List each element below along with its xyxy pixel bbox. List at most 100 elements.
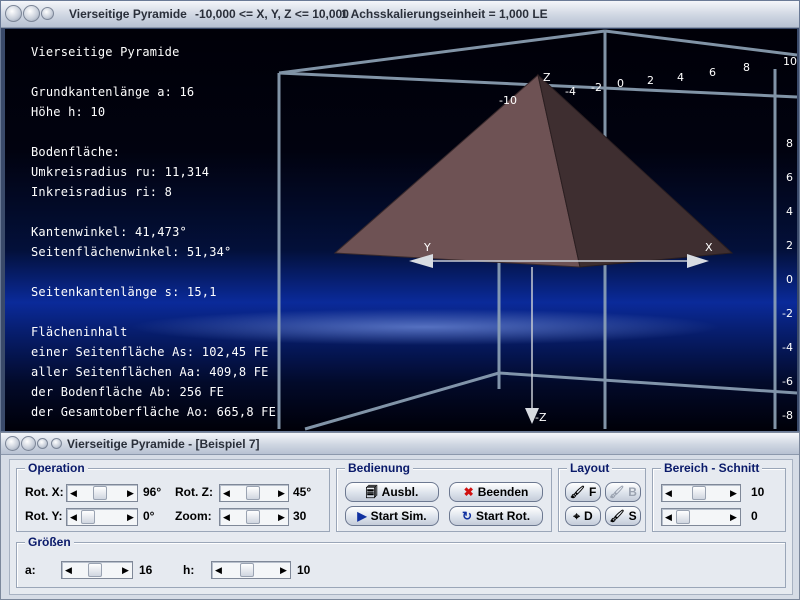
groessen-label: Größen: [25, 535, 74, 549]
slider-left-arrow-icon[interactable]: ◀: [67, 485, 80, 501]
a-value: 16: [139, 563, 153, 577]
slider-thumb[interactable]: [676, 510, 690, 524]
control-window: Vierseitige Pyramide - [Beispiel 7] Oper…: [0, 432, 800, 600]
rot-y-slider[interactable]: ◀ ▶: [66, 508, 138, 526]
layout-s-label: S: [628, 509, 637, 523]
info-line: einer Seitenfläche As: 102,45 FE: [31, 345, 269, 359]
bereich-value: 10: [751, 485, 765, 499]
slider-right-arrow-icon[interactable]: ▶: [124, 485, 137, 501]
bereich-slider[interactable]: ◀ ▶: [661, 484, 741, 502]
pyramid-face-left: [333, 74, 581, 268]
rotate-icon: ↻: [461, 509, 473, 523]
bereich-group: Bereich - Schnitt ◀ ▶ 10 ◀ ▶ 0: [652, 461, 786, 532]
viewer-scale: 1 Achsskalierungseinheit = 1,000 LE: [341, 7, 548, 21]
zoom-slider[interactable]: ◀ ▶: [219, 508, 289, 526]
3d-scene[interactable]: X Y Z -Z -10-4-20246810 86420-2-4-6-8-10…: [5, 29, 797, 431]
operation-label: Operation: [25, 461, 88, 475]
slider-left-arrow-icon[interactable]: ◀: [62, 562, 75, 578]
ausbl-button-label: Ausbl.: [381, 485, 419, 499]
viewer-window: Vierseitige Pyramide -10,000 <= X, Y, Z …: [0, 0, 800, 432]
ausbl-button[interactable]: 🗐 Ausbl.: [345, 482, 439, 502]
a-slider[interactable]: ◀ ▶: [61, 561, 133, 579]
z-axis-label: Z: [543, 71, 551, 84]
slider-thumb[interactable]: [246, 486, 260, 500]
slider-thumb[interactable]: [93, 486, 107, 500]
layout-b-button[interactable]: 🖌 B: [605, 482, 641, 502]
groessen-group: Größen a: ◀ ▶ 16 h: ◀ ▶ 10: [16, 535, 786, 588]
slider-right-arrow-icon[interactable]: ▶: [277, 562, 290, 578]
a-label: a:: [25, 563, 36, 577]
crosshair-icon: ⌖: [573, 509, 581, 523]
top-tick-label: 2: [647, 74, 654, 87]
rot-x-label: Rot. X:: [25, 485, 64, 499]
slider-left-arrow-icon[interactable]: ◀: [662, 485, 675, 501]
paint-icon: 🖌: [609, 509, 625, 523]
minimize-circle-icon[interactable]: [21, 436, 36, 451]
layout-d-label: D: [584, 509, 593, 523]
h-value: 10: [297, 563, 311, 577]
slider-left-arrow-icon[interactable]: ◀: [67, 509, 80, 525]
slider-right-arrow-icon[interactable]: ▶: [727, 485, 740, 501]
slider-thumb[interactable]: [692, 486, 706, 500]
beenden-button-label: Beenden: [477, 485, 529, 499]
start-sim-button-label: Start Sim.: [370, 509, 427, 523]
start-rot-button[interactable]: ↻ Start Rot.: [449, 506, 543, 526]
close-circle-icon[interactable]: [5, 5, 22, 22]
slider-right-arrow-icon[interactable]: ▶: [119, 562, 132, 578]
slider-left-arrow-icon[interactable]: ◀: [220, 509, 233, 525]
slider-thumb[interactable]: [81, 510, 95, 524]
rot-x-value: 96°: [143, 485, 162, 499]
rot-x-slider[interactable]: ◀ ▶: [66, 484, 138, 502]
top-tick-label: -10: [499, 94, 517, 107]
close-circle-icon[interactable]: [5, 436, 20, 451]
info-line: Höhe h: 10: [31, 105, 106, 119]
brush-icon: 🖌: [569, 485, 585, 499]
slider-left-arrow-icon[interactable]: ◀: [220, 485, 233, 501]
viewer-range: -10,000 <= X, Y, Z <= 10,000: [195, 7, 349, 21]
slider-right-arrow-icon[interactable]: ▶: [275, 509, 288, 525]
info-line: Kantenwinkel: 41,473°: [31, 225, 187, 239]
right-tick-label: 0: [786, 273, 793, 286]
info-line: Seitenflächenwinkel: 51,34°: [31, 245, 232, 259]
top-tick-label: 8: [743, 61, 750, 74]
info-line: Vierseitige Pyramide: [31, 45, 180, 59]
maximize-circle-icon[interactable]: [37, 438, 48, 449]
info-line: Grundkantenlänge a: 16: [31, 85, 195, 99]
slider-left-arrow-icon[interactable]: ◀: [662, 509, 675, 525]
h-slider[interactable]: ◀ ▶: [211, 561, 291, 579]
top-tick-label: -4: [565, 85, 576, 98]
info-line: der Gesamtoberfläche Ao: 665,8 FE: [31, 405, 277, 419]
layout-s-button[interactable]: 🖌 S: [605, 506, 641, 526]
slider-right-arrow-icon[interactable]: ▶: [727, 509, 740, 525]
info-line: Umkreisradius ru: 11,314: [31, 165, 210, 179]
box-edge: [304, 371, 500, 431]
beenden-button[interactable]: ✖ Beenden: [449, 482, 543, 502]
control-panel: Operation Rot. X: ◀ ▶ 96° Rot. Y: ◀ ▶ 0°…: [9, 459, 793, 595]
top-tick-label: 4: [677, 71, 684, 84]
layout-f-button[interactable]: 🖌 F: [565, 482, 601, 502]
slider-right-arrow-icon[interactable]: ▶: [275, 485, 288, 501]
minimize-circle-icon[interactable]: [23, 5, 40, 22]
schnitt-value: 0: [751, 509, 758, 523]
slider-thumb[interactable]: [88, 563, 102, 577]
schnitt-slider[interactable]: ◀ ▶: [661, 508, 741, 526]
slider-thumb[interactable]: [246, 510, 260, 524]
info-line: Bodenfläche:: [31, 145, 121, 159]
slider-thumb[interactable]: [240, 563, 254, 577]
rot-z-value: 45°: [293, 485, 312, 499]
control-titlebar: Vierseitige Pyramide - [Beispiel 7]: [1, 433, 799, 455]
maximize-circle-icon[interactable]: [41, 7, 54, 20]
slider-left-arrow-icon[interactable]: ◀: [212, 562, 225, 578]
start-rot-button-label: Start Rot.: [476, 509, 531, 523]
y-axis-label: Y: [423, 241, 431, 254]
box-edge: [604, 29, 797, 57]
viewer-titlebar: Vierseitige Pyramide -10,000 <= X, Y, Z …: [1, 1, 799, 28]
right-tick-label: 6: [786, 171, 793, 184]
layout-label: Layout: [567, 461, 613, 475]
layout-d-button[interactable]: ⌖ D: [565, 506, 601, 526]
hide-icon: 🗐: [365, 485, 378, 499]
slider-right-arrow-icon[interactable]: ▶: [124, 509, 137, 525]
rot-z-slider[interactable]: ◀ ▶: [219, 484, 289, 502]
restore-circle-icon[interactable]: [51, 438, 62, 449]
start-sim-button[interactable]: ▶ Start Sim.: [345, 506, 439, 526]
